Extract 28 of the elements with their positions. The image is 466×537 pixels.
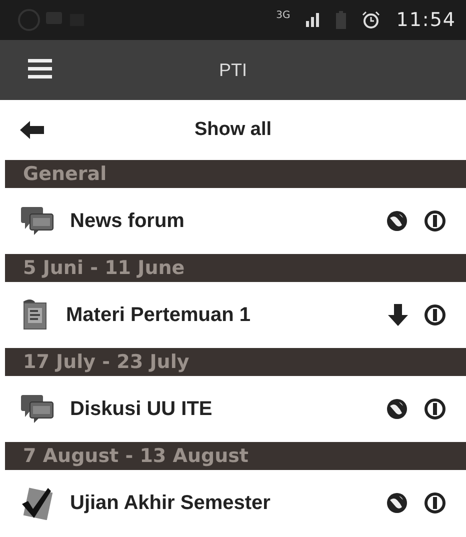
globe-icon[interactable] bbox=[386, 398, 408, 420]
section-header: 7 August - 13 August bbox=[23, 444, 250, 469]
activity-link[interactable]: News forum bbox=[70, 206, 370, 236]
activity-link[interactable]: Materi Pertemuan 1 bbox=[66, 300, 372, 330]
alarm-icon bbox=[362, 11, 380, 29]
battery-icon bbox=[336, 11, 346, 29]
section-header: General bbox=[23, 162, 108, 187]
signal-icon bbox=[306, 13, 320, 27]
activity-link[interactable]: Ujian Akhir Semester bbox=[70, 488, 370, 518]
globe-icon[interactable] bbox=[386, 210, 408, 232]
section-header: 17 July - 23 July bbox=[23, 350, 190, 375]
info-icon[interactable] bbox=[424, 304, 446, 326]
globe-icon[interactable] bbox=[386, 492, 408, 514]
info-icon[interactable] bbox=[424, 492, 446, 514]
back-arrow-icon[interactable] bbox=[20, 121, 44, 139]
menu-icon[interactable] bbox=[28, 58, 52, 80]
info-icon[interactable] bbox=[424, 398, 446, 420]
download-arrow-icon[interactable] bbox=[388, 304, 408, 326]
chat-icon bbox=[20, 206, 54, 236]
clock-time: 11:54 bbox=[396, 8, 456, 33]
network-type: 3G bbox=[276, 9, 290, 23]
info-icon[interactable] bbox=[424, 210, 446, 232]
checkmark-icon bbox=[20, 486, 54, 520]
chat-icon bbox=[20, 394, 54, 424]
app-title: PTI bbox=[218, 58, 247, 82]
activity-link[interactable]: Diskusi UU ITE bbox=[70, 394, 370, 424]
show-all-link[interactable]: Show all bbox=[44, 116, 422, 144]
section-header: 5 Juni - 11 June bbox=[23, 256, 186, 281]
